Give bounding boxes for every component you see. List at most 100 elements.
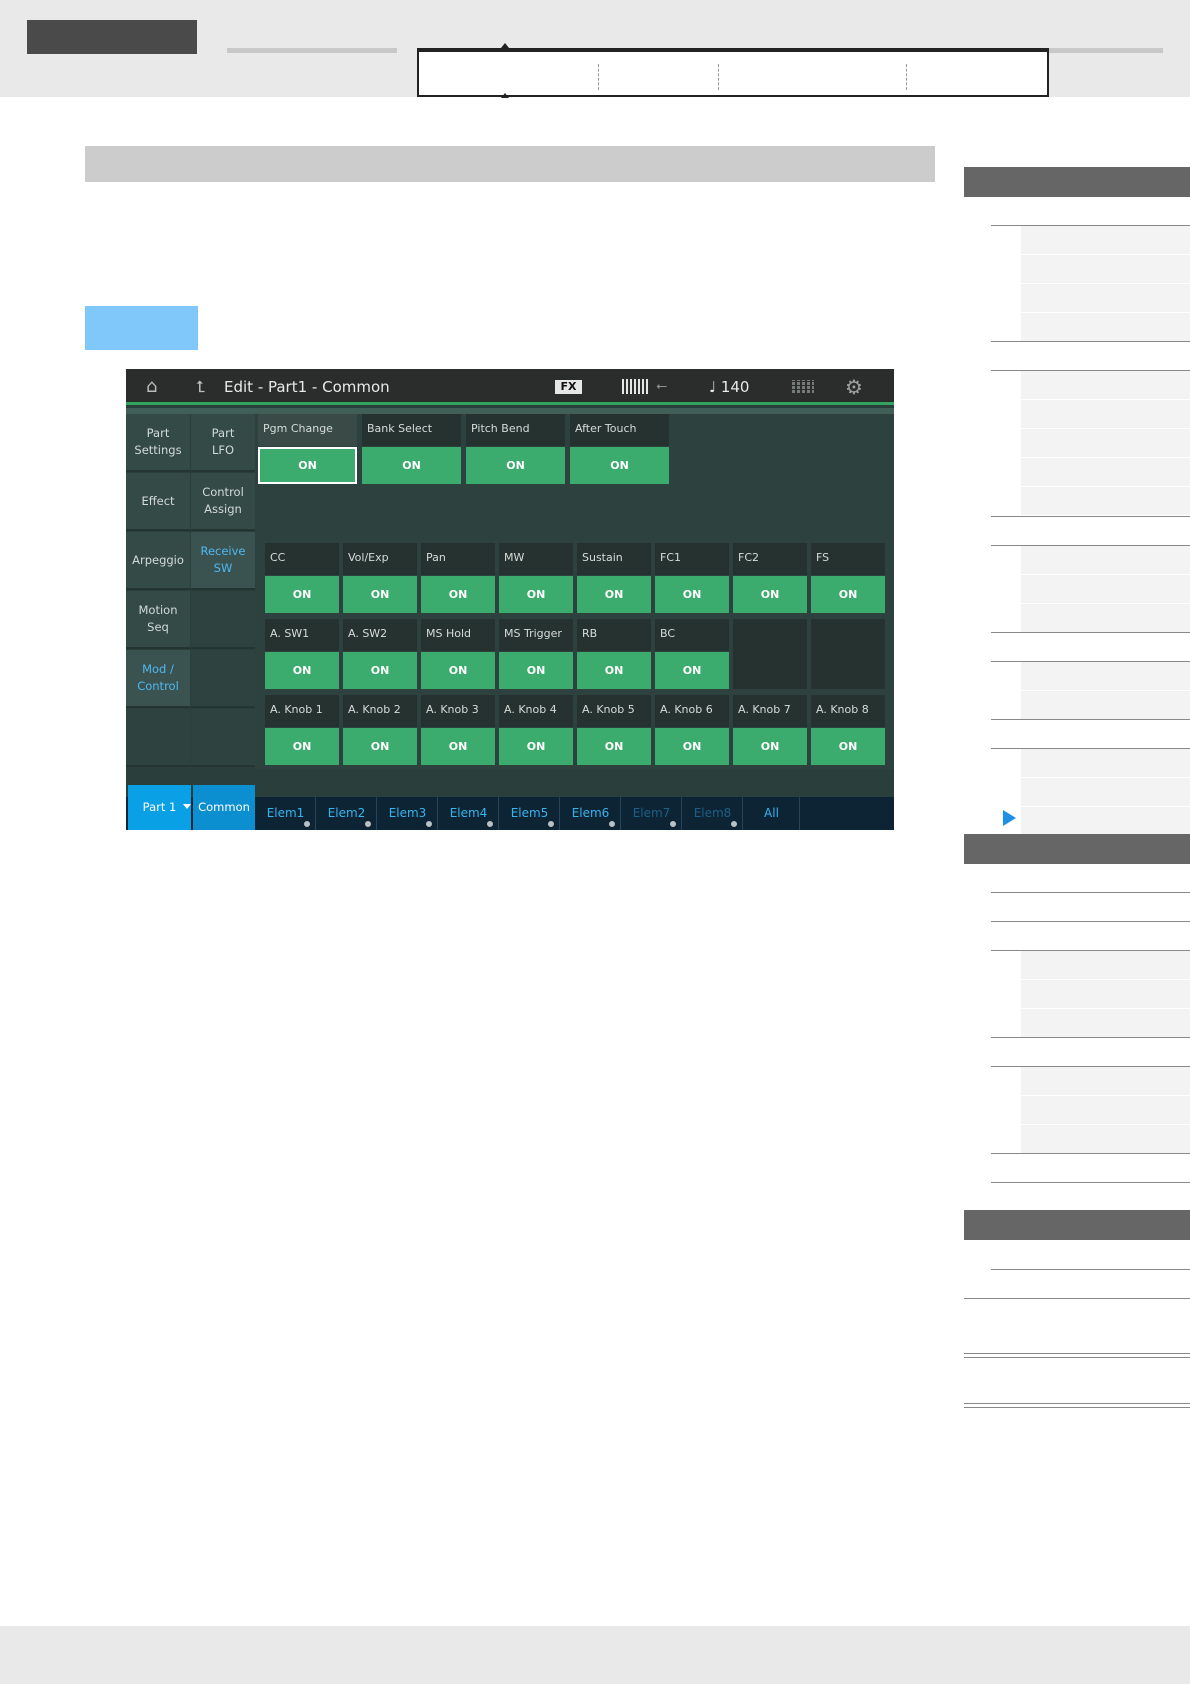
receive-a-knob-2: A. Knob 2 ON [343,695,417,765]
element-tab-7[interactable]: Elem7 [622,797,682,830]
sidebar-item[interactable] [1021,778,1190,806]
gear-icon[interactable]: ⚙ [845,376,863,398]
sidebar-item[interactable] [1021,284,1190,312]
receive-toggle-button[interactable]: ON [577,576,651,613]
sidebar-item[interactable] [1021,400,1190,428]
sidebar-item[interactable] [1021,487,1190,515]
part-select-button[interactable]: Part 1 [128,785,191,830]
element-switch-icon[interactable] [485,819,495,829]
receive-label: A. Knob 3 [421,695,495,727]
receive-toggle-button[interactable]: ON [265,728,339,765]
section-tab[interactable] [227,48,397,53]
subnav-label: Control Assign [202,485,244,516]
sidebar-heading[interactable] [964,1210,1190,1240]
sidebar-item[interactable] [1021,749,1190,777]
element-switch-icon[interactable] [668,819,678,829]
sidebar-heading[interactable] [964,834,1190,864]
receive-toggle-button[interactable]: ON [258,447,357,484]
sidebar-item[interactable] [1021,1125,1190,1153]
nav-part-settings[interactable]: Part Settings [126,414,190,472]
nav-arpeggio[interactable]: Arpeggio [126,532,190,590]
subnav-control-assign[interactable]: Control Assign [191,473,255,531]
element-switch-icon[interactable] [302,819,312,829]
quick-access-grid-icon[interactable] [792,380,814,394]
receive-toggle-button[interactable]: ON [362,447,461,484]
element-tab-6[interactable]: Elem6 [561,797,621,830]
chapter-tab[interactable] [27,20,197,54]
sidebar-item[interactable] [1021,980,1190,1008]
all-label: All [764,806,779,820]
element-switch-icon[interactable] [546,819,556,829]
sidebar-divider [991,516,1190,517]
sidebar-item[interactable] [1021,662,1190,690]
keyboard-icon [622,379,648,394]
receive-toggle-button[interactable]: ON [343,652,417,689]
sidebar-heading[interactable] [964,167,1190,197]
element-tab-all[interactable]: All [744,797,800,830]
element-tab-2[interactable]: Elem2 [317,797,377,830]
element-switch-icon[interactable] [424,819,434,829]
receive-fc1: FC1 ON [655,543,729,613]
receive-label: FC1 [655,543,729,575]
receive-toggle-button[interactable]: ON [421,652,495,689]
receive-toggle-button[interactable]: ON [570,447,669,484]
receive-toggle-button[interactable]: ON [265,652,339,689]
sidebar-item[interactable] [1021,951,1190,979]
sidebar-item[interactable] [1021,313,1190,341]
sidebar-item[interactable] [1021,371,1190,399]
sidebar-item[interactable] [1021,1009,1190,1037]
receive-toggle-button[interactable]: ON [655,576,729,613]
element-switch-icon[interactable] [363,819,373,829]
element-switch-icon[interactable] [729,819,739,829]
sidebar-item[interactable] [1021,546,1190,574]
sidebar-item[interactable] [1021,458,1190,486]
element-tab-1[interactable]: Elem1 [256,797,316,830]
receive-toggle-button[interactable]: ON [343,728,417,765]
subnav-receive-sw[interactable]: Receive SW [191,532,255,590]
sidebar-item[interactable] [1021,1067,1190,1095]
receive-toggle-button[interactable]: ON [811,576,885,613]
tab-divider [598,64,599,90]
receive-toggle-button[interactable]: ON [466,447,565,484]
receive-toggle-button[interactable]: ON [811,728,885,765]
nav-mod-control[interactable]: Mod / Control [126,650,190,708]
element-label: Elem5 [510,806,549,820]
receive-toggle-button[interactable]: ON [421,576,495,613]
sidebar-item[interactable] [1021,604,1190,632]
sidebar-item[interactable] [1021,255,1190,283]
home-icon[interactable]: ⌂ [146,377,157,397]
sidebar-item[interactable] [1021,429,1190,457]
nav-effect[interactable]: Effect [126,473,190,531]
nav-motion-seq[interactable]: Motion Seq [126,591,190,649]
subnav-part-lfo[interactable]: Part LFO [191,414,255,472]
sidebar-item-current[interactable] [1021,807,1190,835]
sidebar-item[interactable] [1021,1096,1190,1124]
receive-toggle-button[interactable]: ON [421,728,495,765]
receive-toggle-button[interactable]: ON [733,728,807,765]
tempo-readout[interactable]: ♩ 140 [709,378,749,396]
element-tab-4[interactable]: Elem4 [439,797,499,830]
receive-toggle-button[interactable]: ON [265,576,339,613]
receive-a-knob-7: A. Knob 7 ON [733,695,807,765]
receive-label: FC2 [733,543,807,575]
receive-toggle-button[interactable]: ON [577,652,651,689]
active-section-tab[interactable] [417,43,1049,98]
element-tab-3[interactable]: Elem3 [378,797,438,830]
receive-ms-trigger: MS Trigger ON [499,619,573,689]
sidebar-item[interactable] [1021,575,1190,603]
back-arrow-icon[interactable]: ⮤ [196,377,205,397]
receive-toggle-button[interactable]: ON [499,652,573,689]
receive-toggle-button[interactable]: ON [499,576,573,613]
receive-toggle-button[interactable]: ON [733,576,807,613]
receive-toggle-button[interactable]: ON [655,652,729,689]
sidebar-item[interactable] [1021,226,1190,254]
receive-toggle-button[interactable]: ON [655,728,729,765]
receive-toggle-button[interactable]: ON [343,576,417,613]
element-tab-5[interactable]: Elem5 [500,797,560,830]
receive-toggle-button[interactable]: ON [499,728,573,765]
receive-toggle-button[interactable]: ON [577,728,651,765]
element-switch-icon[interactable] [607,819,617,829]
common-tab[interactable]: Common [193,785,255,830]
element-tab-8[interactable]: Elem8 [683,797,743,830]
sidebar-item[interactable] [1021,691,1190,719]
